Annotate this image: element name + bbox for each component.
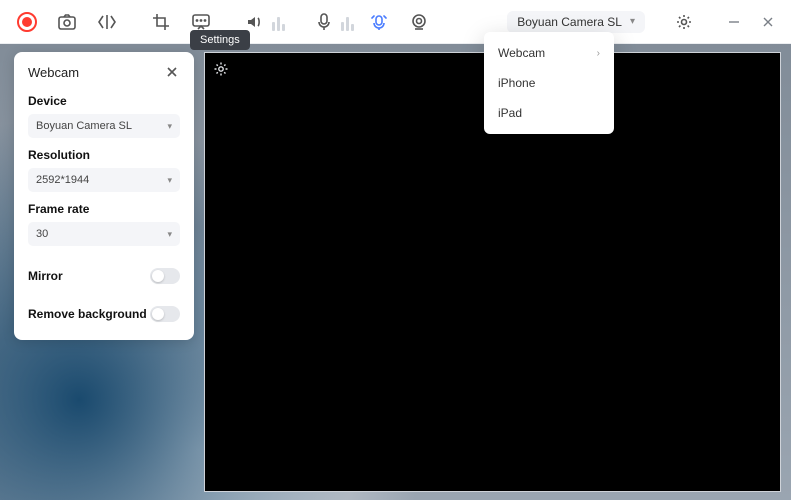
menu-item-label: Webcam <box>498 46 545 60</box>
device-select[interactable]: Boyuan Camera SL ▾ <box>28 114 180 138</box>
panel-close-button[interactable] <box>164 64 180 80</box>
record-button[interactable] <box>8 4 46 40</box>
settings-button[interactable] <box>665 4 703 40</box>
camera-menu-item-iphone[interactable]: iPhone <box>484 68 614 98</box>
camera-dropdown-menu: Webcam › iPhone iPad <box>484 32 614 134</box>
resolution-value: 2592*1944 <box>36 174 89 186</box>
noise-reduction-button[interactable] <box>360 4 398 40</box>
flip-button[interactable] <box>88 4 126 40</box>
microphone-button[interactable] <box>305 4 343 40</box>
chevron-down-icon: ▾ <box>167 175 172 186</box>
framerate-select[interactable]: 30 ▾ <box>28 222 180 246</box>
minimize-button[interactable] <box>719 9 749 35</box>
resolution-select[interactable]: 2592*1944 ▾ <box>28 168 180 192</box>
chevron-right-icon: › <box>597 48 600 59</box>
crop-button[interactable] <box>142 4 180 40</box>
mirror-toggle[interactable] <box>150 268 180 284</box>
chevron-down-icon: ▾ <box>167 229 172 240</box>
screenshot-button[interactable] <box>48 4 86 40</box>
camera-select-value: Boyuan Camera SL <box>517 15 622 29</box>
camera-select[interactable]: Boyuan Camera SL ▾ <box>507 11 645 33</box>
remove-bg-label: Remove background <box>28 307 147 321</box>
settings-tooltip: Settings <box>190 30 250 50</box>
close-button[interactable] <box>753 9 783 35</box>
framerate-value: 30 <box>36 228 48 240</box>
device-value: Boyuan Camera SL <box>36 120 132 132</box>
webcam-button[interactable] <box>400 4 438 40</box>
panel-title: Webcam <box>28 65 79 80</box>
webcam-panel: Webcam Device Boyuan Camera SL ▾ Resolut… <box>14 52 194 340</box>
menu-item-label: iPhone <box>498 76 535 90</box>
remove-background-toggle[interactable] <box>150 306 180 322</box>
mirror-label: Mirror <box>28 269 63 283</box>
chevron-down-icon: ▾ <box>630 16 635 27</box>
menu-item-label: iPad <box>498 106 522 120</box>
device-label: Device <box>28 94 180 108</box>
mic-level-icon <box>341 13 354 31</box>
framerate-label: Frame rate <box>28 202 180 216</box>
speaker-level-icon <box>272 13 285 31</box>
camera-menu-item-webcam[interactable]: Webcam › <box>484 38 614 68</box>
top-toolbar: Boyuan Camera SL ▾ <box>0 0 791 44</box>
chevron-down-icon: ▾ <box>167 121 172 132</box>
preview-settings-button[interactable] <box>213 61 229 77</box>
resolution-label: Resolution <box>28 148 180 162</box>
camera-menu-item-ipad[interactable]: iPad <box>484 98 614 128</box>
